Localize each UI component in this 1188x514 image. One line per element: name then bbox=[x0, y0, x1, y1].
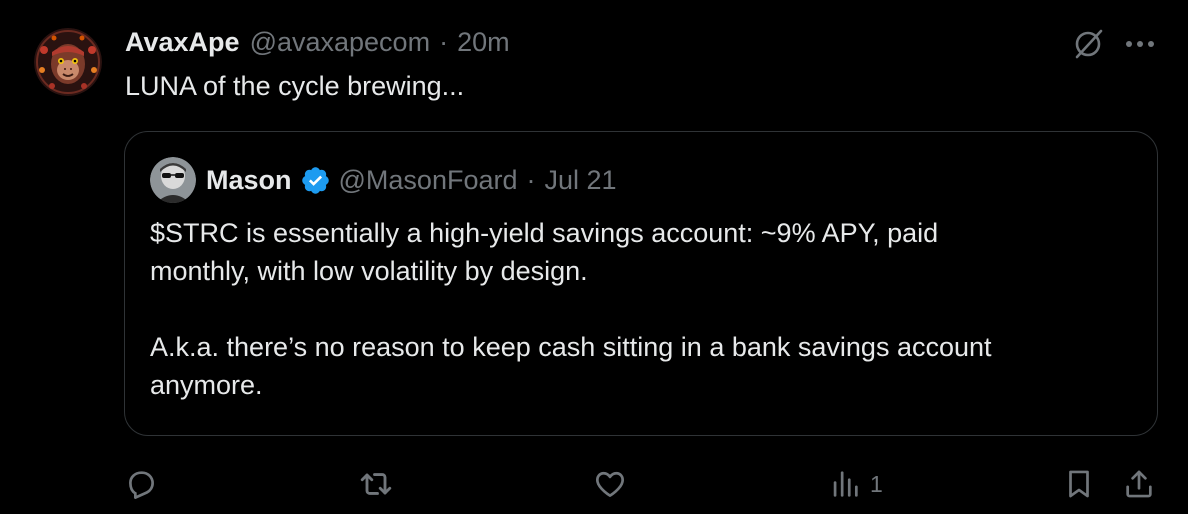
repost-button[interactable] bbox=[358, 462, 402, 506]
author-avatar[interactable] bbox=[34, 28, 102, 96]
views-icon bbox=[833, 471, 858, 497]
reply-button[interactable] bbox=[124, 462, 166, 506]
author-display-name[interactable]: AvaxApe bbox=[125, 27, 240, 58]
more-button[interactable] bbox=[1120, 24, 1160, 64]
tweet-timestamp[interactable]: 20m bbox=[457, 27, 510, 58]
quoted-text-line: A.k.a. there’s no reason to keep cash si… bbox=[150, 332, 992, 362]
person-avatar-icon bbox=[150, 157, 196, 203]
quoted-header-separator: · bbox=[526, 164, 536, 195]
tweet-text: LUNA of the cycle brewing... bbox=[125, 71, 465, 101]
like-button[interactable] bbox=[593, 462, 635, 506]
more-icon bbox=[1126, 41, 1154, 47]
grok-icon bbox=[1075, 29, 1103, 59]
bookmark-icon bbox=[1069, 470, 1089, 498]
grok-button[interactable] bbox=[1068, 24, 1108, 64]
quoted-text-line: monthly, with low volatility by design. bbox=[150, 256, 588, 286]
author-handle[interactable]: @avaxapecom bbox=[250, 27, 431, 58]
bookmark-button[interactable] bbox=[1062, 462, 1096, 506]
header-separator: · bbox=[439, 26, 449, 57]
share-icon bbox=[1126, 470, 1152, 498]
quoted-text-line: anymore. bbox=[150, 370, 263, 400]
quoted-author-handle[interactable]: @MasonFoard bbox=[339, 165, 518, 196]
verified-icon bbox=[301, 166, 329, 194]
quoted-tweet-date[interactable]: Jul 21 bbox=[545, 165, 617, 196]
heart-icon bbox=[596, 471, 624, 497]
quoted-text-spacer bbox=[150, 290, 992, 328]
quoted-tweet-text: $STRC is essentially a high-yield saving… bbox=[150, 214, 992, 404]
share-button[interactable] bbox=[1122, 462, 1156, 506]
action-bar: 1 bbox=[124, 462, 1164, 506]
quoted-text-line: $STRC is essentially a high-yield saving… bbox=[150, 218, 939, 248]
verified-badge bbox=[300, 165, 331, 196]
repost-icon bbox=[360, 473, 392, 495]
quoted-author-display-name[interactable]: Mason bbox=[206, 165, 292, 196]
quoted-tweet-header: Mason @MasonFoard · Jul 21 bbox=[150, 157, 617, 203]
tweet[interactable]: AvaxApe @avaxapecom · 20m LUNA of the cy… bbox=[0, 0, 1188, 514]
views-button[interactable]: 1 bbox=[828, 462, 883, 506]
quoted-author-avatar[interactable] bbox=[150, 157, 196, 203]
reply-icon bbox=[129, 471, 154, 499]
views-count: 1 bbox=[870, 470, 883, 497]
top-actions bbox=[1068, 24, 1160, 64]
tweet-header: AvaxApe @avaxapecom · 20m bbox=[125, 24, 510, 60]
monkey-avatar-icon bbox=[34, 28, 102, 96]
quoted-tweet-card[interactable]: Mason @MasonFoard · Jul 21 $STRC is esse… bbox=[124, 131, 1158, 436]
